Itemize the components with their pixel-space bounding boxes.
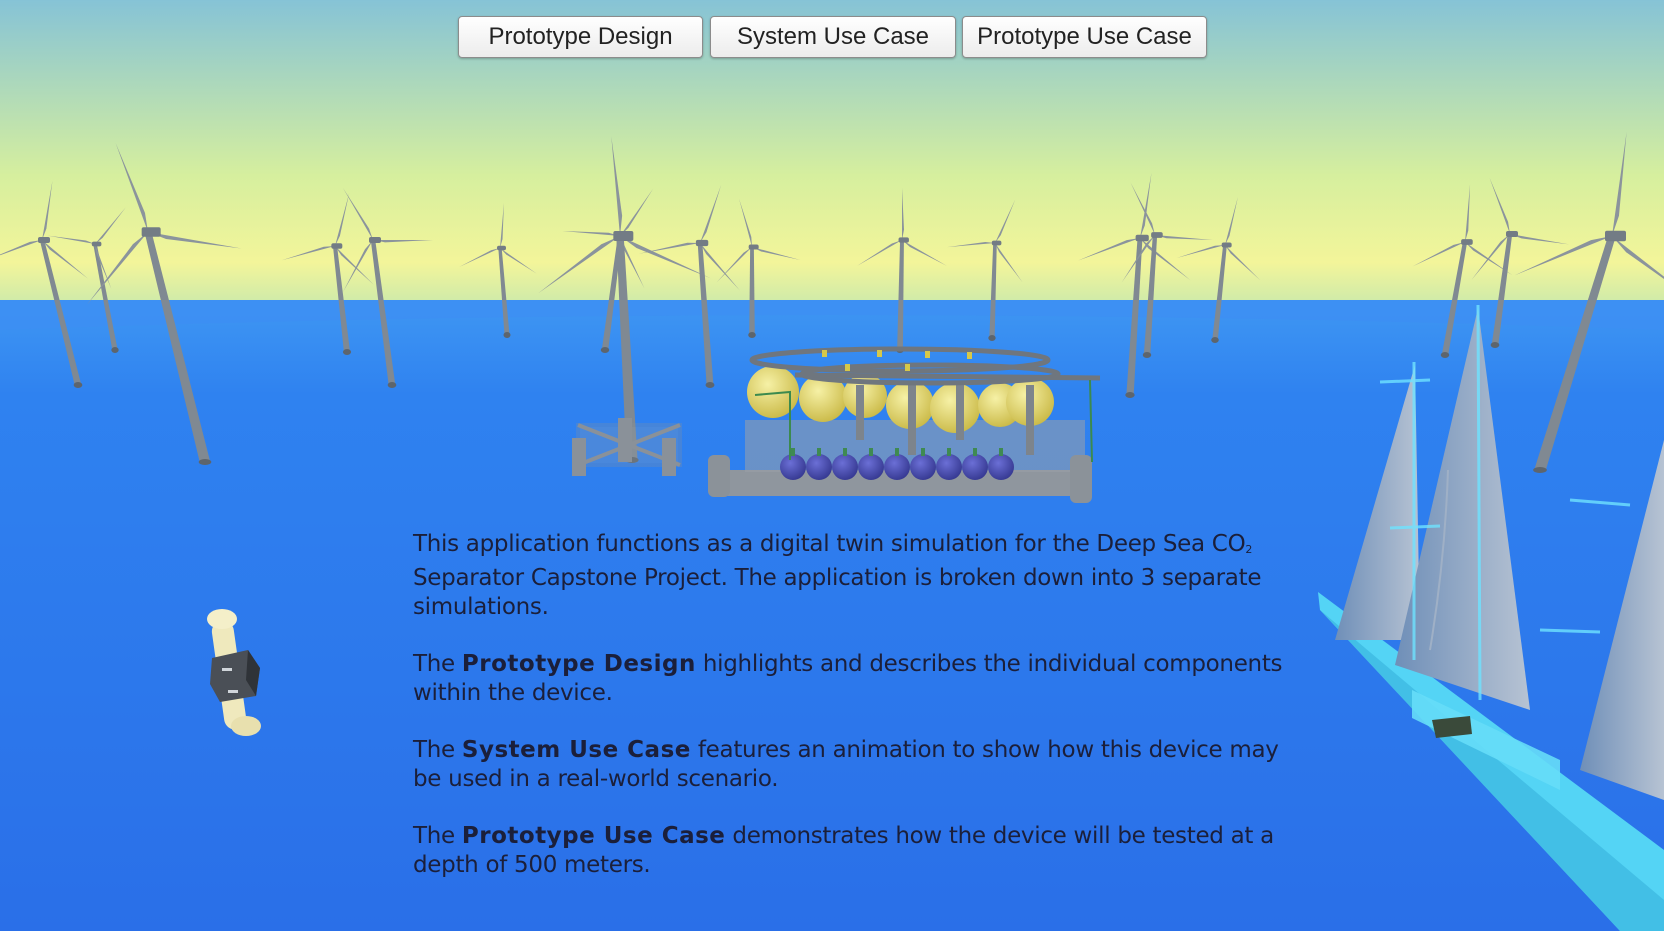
yellow-tank (930, 383, 980, 433)
blue-tank (780, 454, 806, 480)
intro-paragraph: This application functions as a digital … (413, 531, 1262, 620)
system-use-case-button[interactable]: System Use Case (710, 16, 956, 58)
blue-tank (910, 454, 936, 480)
subscript-two: 2 (1245, 543, 1253, 556)
blue-tank (936, 454, 962, 480)
prototype-use-case-description: The Prototype Use Case demonstrates how … (413, 823, 1274, 878)
blue-tank (988, 454, 1014, 480)
blue-tank (832, 454, 858, 480)
description-panel: This application functions as a digital … (413, 530, 1313, 908)
yellow-tank (747, 366, 799, 418)
frame-structure (572, 418, 682, 476)
prototype-design-description: The Prototype Design highlights and desc… (413, 651, 1283, 706)
blue-tank (858, 454, 884, 480)
prototype-use-case-button[interactable]: Prototype Use Case (962, 16, 1207, 58)
blue-tank (884, 454, 910, 480)
blue-tank (962, 454, 988, 480)
blue-tank (806, 454, 832, 480)
prototype-design-button[interactable]: Prototype Design (458, 16, 703, 58)
system-use-case-description: The System Use Case features an animatio… (413, 737, 1279, 792)
